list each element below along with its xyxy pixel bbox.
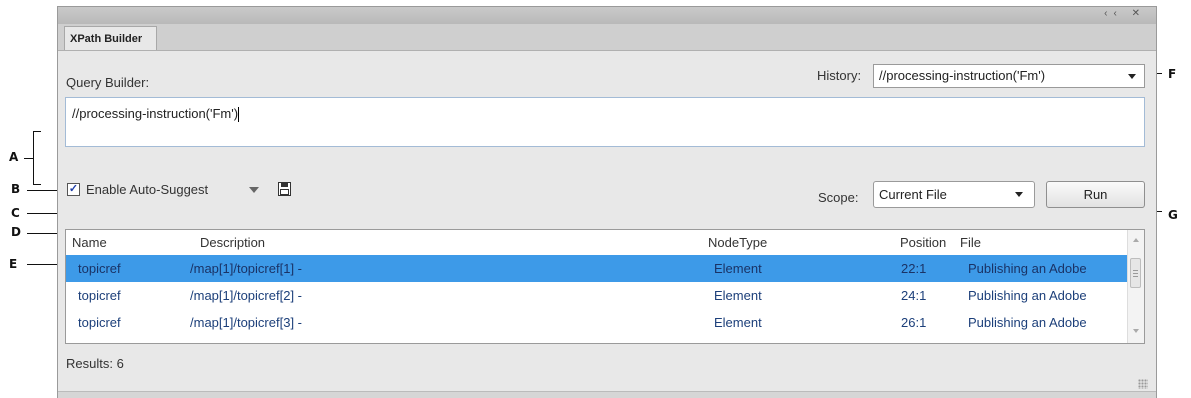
- query-input[interactable]: //processing-instruction('Fm'): [65, 97, 1145, 147]
- scope-selected-value: Current File: [879, 187, 947, 202]
- column-header-nodetype[interactable]: NodeType: [708, 235, 767, 250]
- cell-description: /map[1]/topicref[3] -: [190, 315, 302, 330]
- cell-name: topicref: [78, 288, 121, 303]
- text-caret: [238, 107, 240, 123]
- scroll-down-icon[interactable]: [1133, 329, 1139, 333]
- column-header-name[interactable]: Name: [72, 235, 107, 250]
- table-row[interactable]: topicref /map[1]/topicref[2] - Element 2…: [66, 282, 1128, 309]
- callout-b: B: [11, 182, 21, 196]
- cell-position: 22:1: [901, 261, 927, 276]
- cell-description: /map[1]/topicref[1] -: [190, 261, 302, 276]
- run-button[interactable]: Run: [1046, 181, 1145, 208]
- scope-dropdown[interactable]: Current File: [873, 181, 1035, 208]
- history-dropdown[interactable]: //processing-instruction('Fm'): [873, 64, 1145, 88]
- scope-label: Scope:: [818, 190, 859, 205]
- cell-position: 26:1: [901, 315, 927, 330]
- history-selected-value: //processing-instruction('Fm'): [879, 68, 1046, 83]
- auto-suggest-dropdown-arrow-icon[interactable]: [249, 187, 259, 193]
- table-row-partial: [66, 336, 1128, 343]
- table-row[interactable]: topicref /map[1]/topicref[3] - Element 2…: [66, 309, 1128, 336]
- chevron-down-icon: [1128, 74, 1136, 79]
- results-table[interactable]: Name Description NodeType Position File …: [65, 229, 1145, 344]
- results-count: Results: 6: [66, 356, 124, 371]
- callout-a: A: [9, 150, 19, 164]
- panel-window-buttons[interactable]: ‹‹ ✕: [1104, 8, 1146, 19]
- table-row[interactable]: topicref /map[1]/topicref[1] - Element 2…: [66, 255, 1128, 282]
- cell-file: Publishing an Adobe: [968, 315, 1087, 330]
- bracket-a-top: [33, 131, 41, 132]
- callout-f: F: [1168, 67, 1177, 81]
- callout-d: D: [11, 225, 21, 239]
- table-header: Name Description NodeType Position File: [66, 230, 1144, 254]
- column-header-file[interactable]: File: [960, 235, 981, 250]
- column-header-description[interactable]: Description: [200, 235, 265, 250]
- results-scrollbar[interactable]: [1127, 230, 1144, 343]
- leader-a: [24, 158, 33, 159]
- xpath-builder-panel: ‹‹ ✕ XPath Builder Query Builder: Histor…: [57, 6, 1157, 398]
- cell-description: /map[1]/topicref[2] -: [190, 288, 302, 303]
- callout-e: E: [9, 257, 18, 271]
- bracket-a-bottom: [33, 184, 41, 185]
- resize-grip-icon[interactable]: [1138, 379, 1148, 389]
- cell-nodetype: Element: [714, 315, 762, 330]
- callout-c: C: [11, 206, 20, 220]
- panel-title-bar: ‹‹ ✕: [58, 7, 1156, 25]
- cell-name: topicref: [78, 261, 121, 276]
- save-icon[interactable]: [278, 182, 291, 196]
- scroll-up-icon[interactable]: [1133, 238, 1139, 242]
- column-header-position[interactable]: Position: [900, 235, 946, 250]
- cell-file: Publishing an Adobe: [968, 261, 1087, 276]
- cell-name: topicref: [78, 315, 121, 330]
- panel-tab-bar: XPath Builder: [58, 24, 1156, 51]
- history-label: History:: [817, 68, 862, 83]
- cell-nodetype: Element: [714, 261, 762, 276]
- tab-xpath-builder[interactable]: XPath Builder: [64, 26, 157, 50]
- cell-position: 24:1: [901, 288, 927, 303]
- query-text: //processing-instruction('Fm'): [72, 106, 239, 121]
- chevron-down-icon: [1015, 192, 1023, 197]
- bracket-a: [33, 131, 34, 184]
- cell-file: Publishing an Adobe: [968, 288, 1087, 303]
- query-builder-label: Query Builder:: [66, 75, 150, 90]
- cell-nodetype: Element: [714, 288, 762, 303]
- callout-g: G: [1168, 208, 1178, 222]
- auto-suggest-label: Enable Auto-Suggest: [86, 182, 209, 197]
- scrollbar-thumb[interactable]: [1130, 258, 1141, 288]
- auto-suggest-checkbox[interactable]: ✓: [67, 183, 80, 196]
- panel-bottom-strip: [58, 391, 1156, 398]
